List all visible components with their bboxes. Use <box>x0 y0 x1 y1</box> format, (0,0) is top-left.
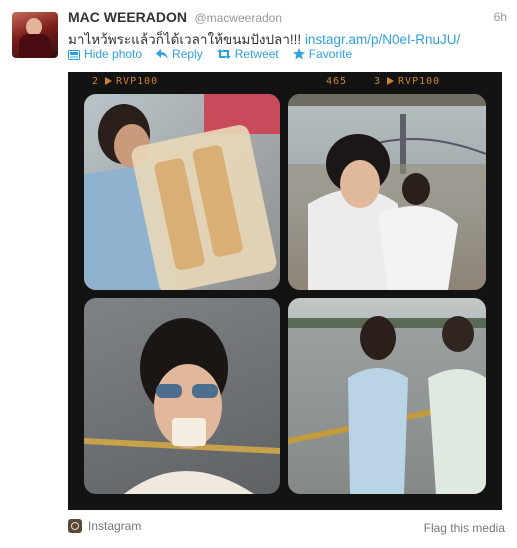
reply-label: Reply <box>172 47 203 61</box>
media-footer: Instagram Flag this media <box>68 519 505 537</box>
collage-photo-bridge <box>288 94 486 290</box>
tweet-photo[interactable]: 2 RVP100 465 3 RVP100 <box>68 72 502 510</box>
star-icon <box>292 48 305 60</box>
author-handle[interactable]: @macweeradon <box>194 11 282 25</box>
author-name[interactable]: MAC WEERADON <box>68 9 187 25</box>
favorite-label: Favorite <box>308 47 353 61</box>
favorite-button[interactable]: Favorite <box>292 47 353 61</box>
retweet-label: Retweet <box>234 47 279 61</box>
collage-photo-selfie <box>84 298 280 494</box>
tweet-body: มาไหว้พระแล้วก็ได้เวลาให้ขนมปังปลา!!! <box>68 32 305 47</box>
collage-photo-river <box>288 298 486 494</box>
tweet-header: MAC WEERADON @macweeradon 6h <box>68 9 507 29</box>
film-stock-label: RVP100 <box>116 76 159 87</box>
reply-icon <box>156 49 169 59</box>
film-frame-right: 3 RVP100 <box>374 76 440 87</box>
media-source-label: Instagram <box>88 519 142 533</box>
tweet-actions: Hide photo Reply Retweet Favorite <box>68 47 352 61</box>
collage-photo-bread <box>84 94 280 290</box>
hide-photo-label: Hide photo <box>84 47 143 61</box>
retweet-button[interactable]: Retweet <box>216 47 279 61</box>
film-middle-number: 465 <box>326 76 348 87</box>
author-avatar[interactable] <box>12 12 58 58</box>
film-frame-number: 2 <box>92 76 100 87</box>
tweet-timestamp[interactable]: 6h <box>494 10 507 24</box>
hide-photo-button[interactable]: Hide photo <box>68 47 142 61</box>
film-stock-label: RVP100 <box>398 76 441 87</box>
photo-icon <box>68 49 80 60</box>
film-frame-number: 3 <box>374 76 382 87</box>
instagram-icon <box>68 519 82 533</box>
film-arrow-icon <box>387 77 395 85</box>
film-arrow-icon <box>105 77 113 85</box>
avatar-body <box>19 34 51 58</box>
retweet-icon <box>216 49 231 59</box>
film-frame-left: 2 RVP100 <box>92 76 158 87</box>
tweet-link[interactable]: instagr.am/p/N0eI-RnuJU/ <box>305 32 460 47</box>
flag-media-link[interactable]: Flag this media <box>424 521 505 535</box>
reply-button[interactable]: Reply <box>156 47 203 61</box>
